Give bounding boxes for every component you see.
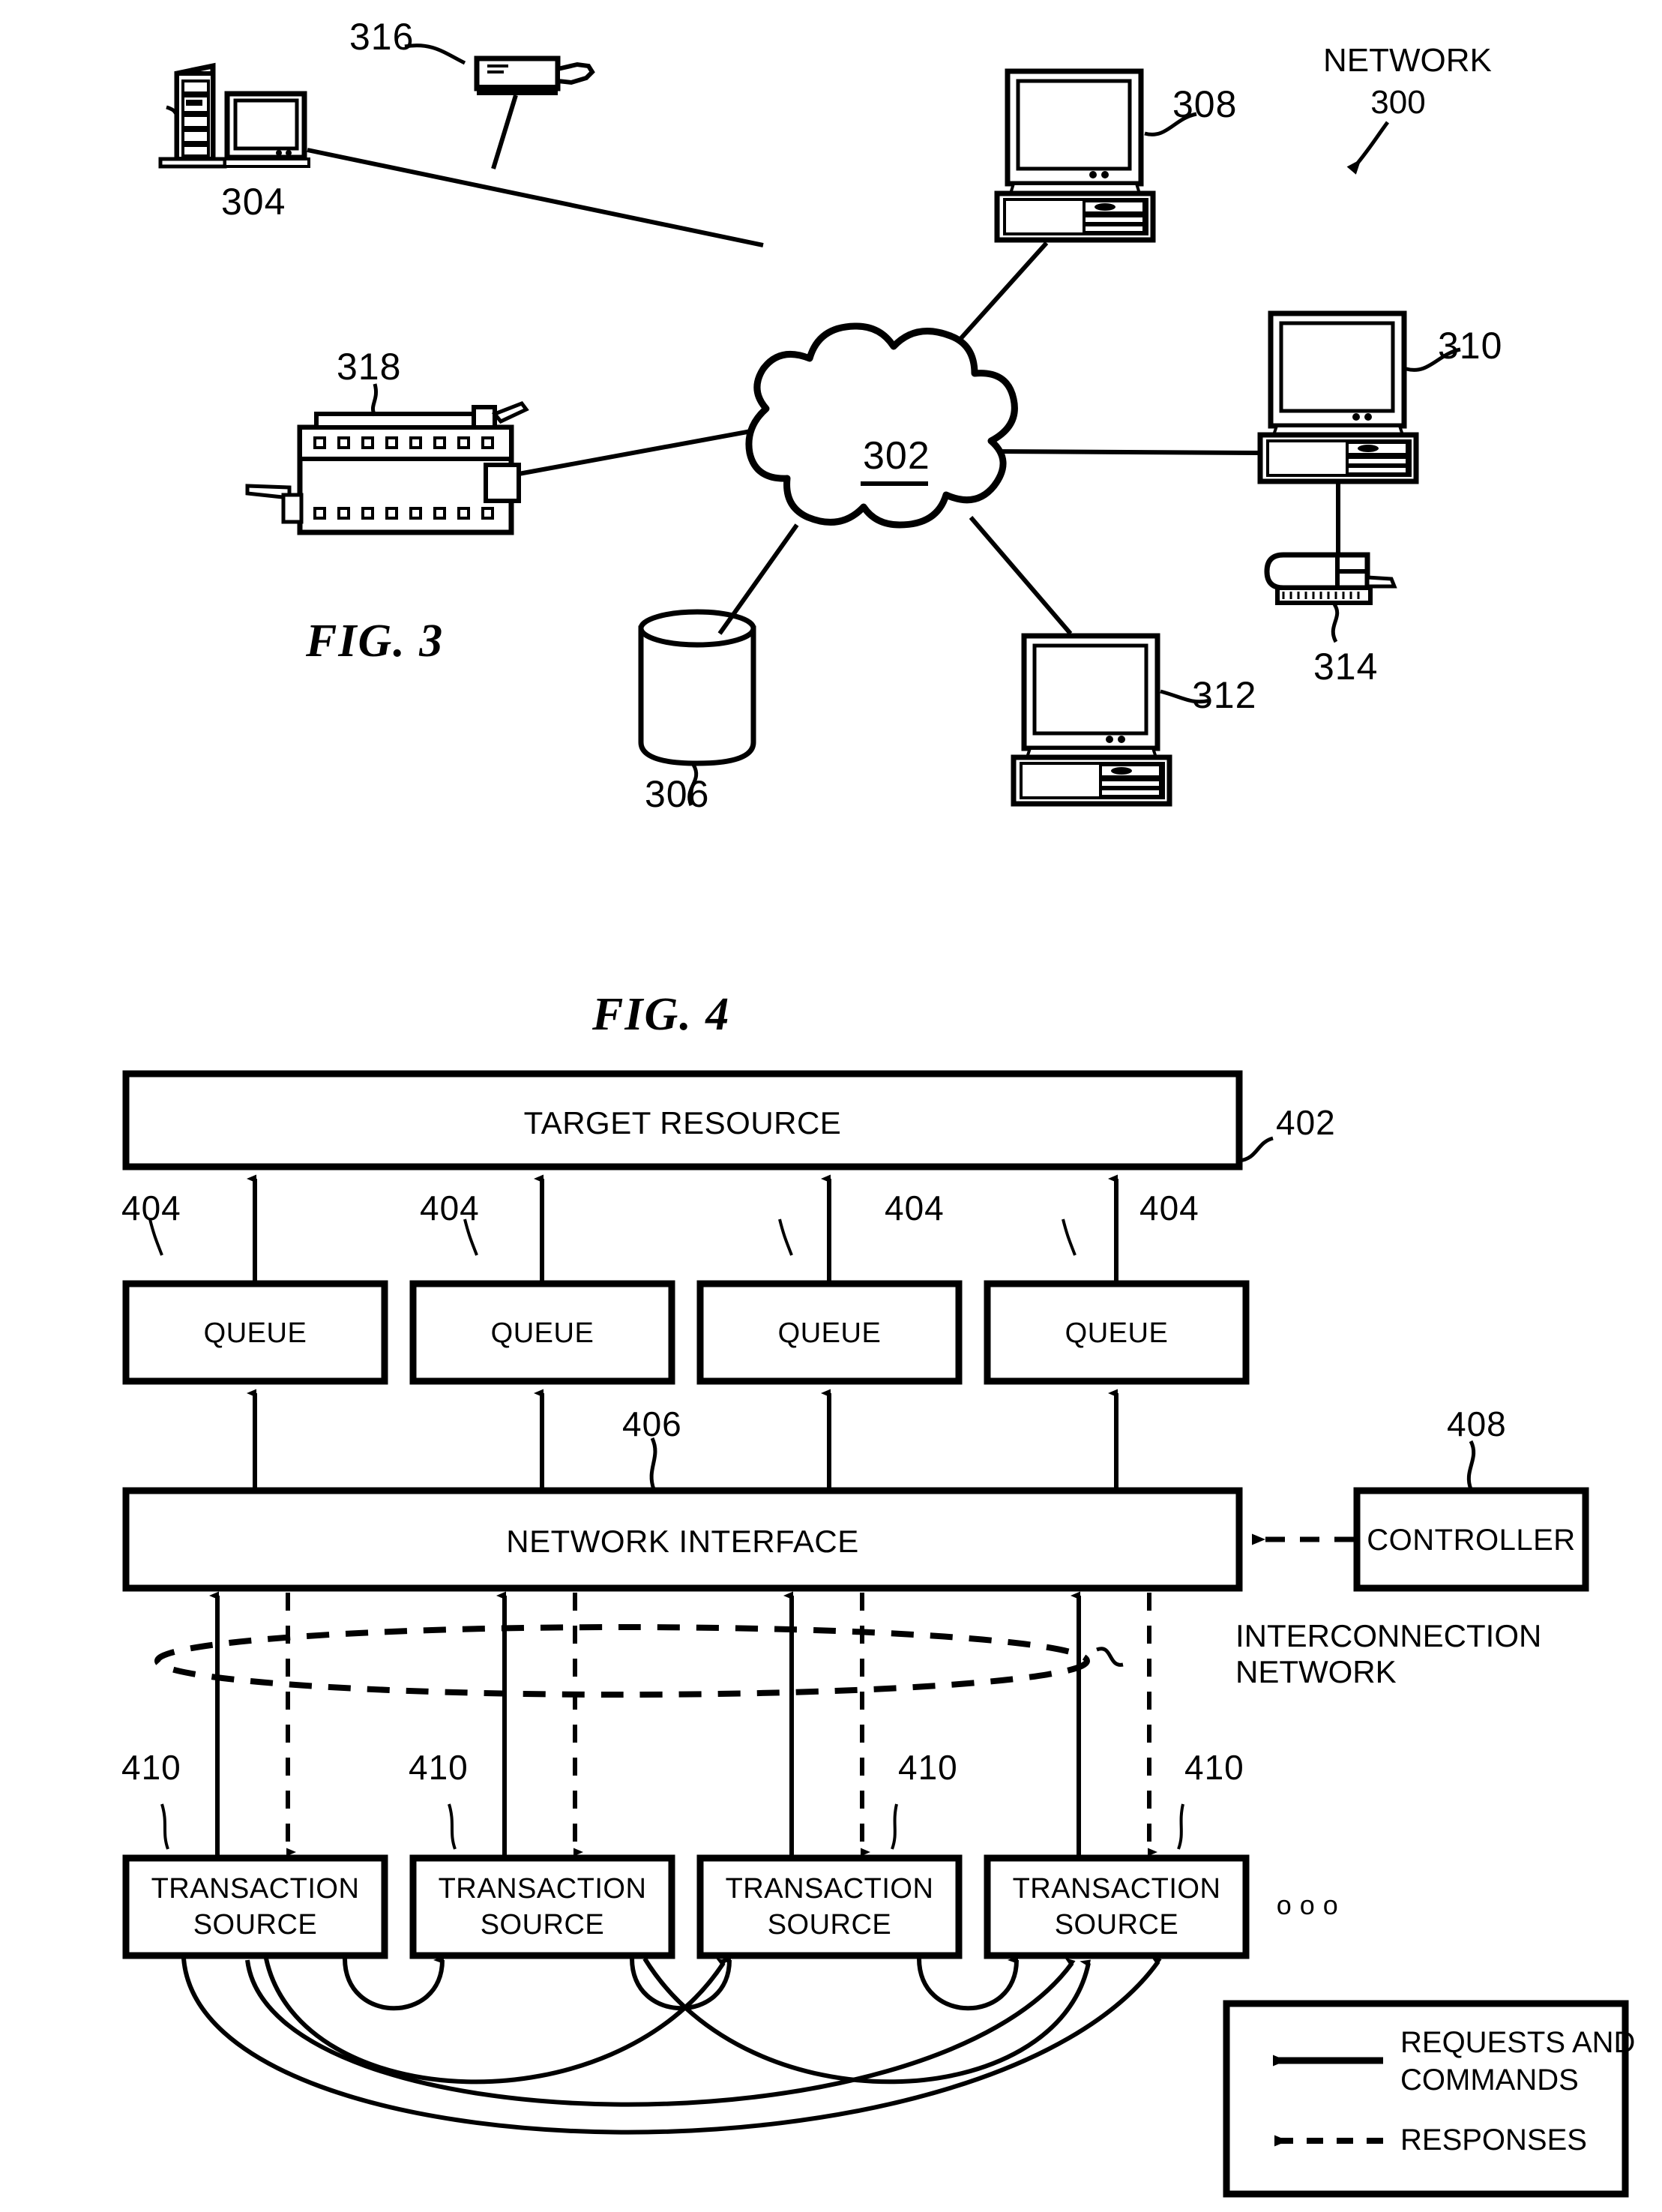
ref-308: 308	[1172, 83, 1238, 125]
computer-308-icon	[994, 68, 1156, 243]
legend-requests-line1: REQUESTS AND	[1400, 2026, 1636, 2059]
queue-label-2: QUEUE	[490, 1317, 594, 1349]
ref-408: 408	[1447, 1404, 1507, 1443]
ref-404-4: 404	[1139, 1188, 1199, 1227]
ref-410-4: 410	[1184, 1748, 1244, 1787]
controller-label: CONTROLLER	[1367, 1524, 1576, 1557]
fig3-artwork	[158, 43, 1461, 807]
ref-410-3: 410	[898, 1748, 958, 1787]
transaction-source-label-2a: TRANSACTION	[438, 1873, 647, 1905]
queue-label-1: QUEUE	[203, 1317, 307, 1349]
printer-318-icon	[245, 400, 529, 535]
target-resource-label: TARGET RESOURCE	[523, 1105, 842, 1140]
external-storage-314-icon	[1264, 552, 1397, 605]
ref-406: 406	[622, 1404, 682, 1443]
ref-404-2: 404	[420, 1188, 480, 1227]
network-300-label-line2: 300	[1370, 84, 1426, 121]
interconnection-network-ellipse	[154, 1624, 1090, 1698]
ref-318: 318	[337, 346, 402, 388]
transaction-source-label-4b: SOURCE	[1054, 1909, 1179, 1941]
transaction-source-label-3b: SOURCE	[767, 1909, 892, 1941]
transaction-source-label-1b: SOURCE	[193, 1909, 318, 1941]
ref-312: 312	[1192, 674, 1257, 716]
legend-responses: RESPONSES	[1400, 2124, 1587, 2157]
transaction-source-label-1a: TRANSACTION	[151, 1873, 360, 1905]
computer-310-icon	[1257, 310, 1419, 484]
network-interface-label: NETWORK INTERFACE	[506, 1524, 859, 1559]
modem-316-icon	[474, 55, 595, 95]
ref-410-1: 410	[121, 1748, 181, 1787]
transaction-source-label-3a: TRANSACTION	[725, 1873, 934, 1905]
ref-304: 304	[221, 181, 286, 223]
transaction-source-label-4a: TRANSACTION	[1012, 1873, 1221, 1905]
fig3-caption: FIG. 3	[306, 616, 445, 667]
queue-label-4: QUEUE	[1065, 1317, 1169, 1349]
ref-306: 306	[645, 773, 710, 815]
network-300-label-line1: NETWORK	[1323, 42, 1492, 79]
queue-label-3: QUEUE	[777, 1317, 882, 1349]
patent-figure-page: 316 304 318 308 310 312 314 306 302 NETW…	[0, 0, 1662, 2212]
ref-314: 314	[1313, 646, 1379, 688]
ref-402: 402	[1276, 1103, 1336, 1142]
interconnection-network-label-line2: NETWORK	[1235, 1654, 1397, 1689]
peer-curve-arrows	[181, 1956, 1162, 2135]
ref-404-3: 404	[885, 1188, 945, 1227]
ref-410-2: 410	[409, 1748, 469, 1787]
ref-404-1: 404	[121, 1188, 181, 1227]
transaction-source-ellipsis: o o o	[1276, 1890, 1339, 1920]
ref-310: 310	[1438, 325, 1503, 367]
server-tower-304-icon	[158, 62, 227, 169]
computer-312-icon	[1011, 633, 1172, 807]
fig4-caption: FIG. 4	[592, 989, 731, 1040]
database-306-icon	[638, 609, 756, 766]
desktop-monitor-304-icon	[223, 91, 310, 168]
ref-316: 316	[349, 16, 415, 58]
interconnection-network-label-line1: INTERCONNECTION	[1235, 1618, 1542, 1653]
cloud-ref-302: 302	[863, 434, 930, 478]
legend-requests-line2: COMMANDS	[1400, 2064, 1579, 2097]
network-cloud-302-icon	[745, 322, 1018, 529]
transaction-source-label-2b: SOURCE	[480, 1909, 605, 1941]
